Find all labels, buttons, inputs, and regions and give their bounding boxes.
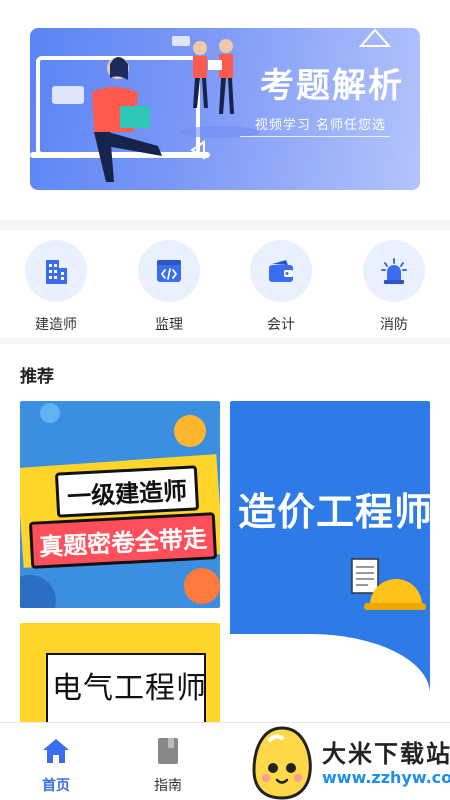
tab-label: 首页 [42,778,70,794]
tab-home[interactable]: 首页 [16,737,96,795]
card-title: 一级建造师 [54,465,200,518]
course-card-jianzaoshi[interactable]: 一级建造师 真题密卷全带走 [20,401,220,608]
watermark-url: www.zzhyw.com [322,768,450,787]
helmet-icon [351,558,426,610]
banner-divider [240,136,390,137]
category-kuaiji[interactable]: 会计 [236,240,326,334]
category-grid: 建造师 监理 会计 消防 [0,220,450,338]
category-jianli[interactable]: 监理 [124,240,214,334]
course-card-dianqi[interactable]: 电气工程师 [20,623,220,724]
book-icon [158,738,178,764]
card-title: 电气工程师 [52,671,207,706]
tab-guide[interactable]: 指南 [128,737,208,795]
card-subtitle: 真题密卷全带走 [28,512,218,569]
tab-label: 指南 [154,778,182,794]
building-icon [46,260,67,284]
banner-section: 考题解析 视频学习 名师任您选 [0,0,450,220]
category-xiaofang[interactable]: 消防 [349,240,439,334]
category-label: 会计 [267,317,295,333]
course-card-zaojia[interactable]: 造价工程师 [230,401,430,724]
wallet-icon [269,260,293,282]
site-watermark: 大米下载站 www.zzhyw.com [244,724,450,800]
banner-subtitle: 视频学习 名师任您选 [254,118,386,133]
promo-banner[interactable]: 考题解析 视频学习 名师任您选 [30,28,420,190]
home-icon [43,739,69,763]
watermark-title: 大米下载站 [322,740,450,768]
code-icon [157,260,181,282]
recommend-section: 推荐 一级建造师 真题密卷全带走 造价工程师 电气工程师 [0,344,450,724]
section-title: 推荐 [20,367,54,387]
banner-title: 考题解析 [260,66,404,106]
category-label: 监理 [155,317,183,333]
category-label: 建造师 [35,317,77,333]
banner-illustration [30,28,392,182]
alarm-icon [381,258,407,284]
category-jianzaoshi[interactable]: 建造师 [11,240,101,334]
card-title: 造价工程师 [238,490,430,534]
mascot-logo [252,726,312,800]
category-label: 消防 [380,317,408,333]
